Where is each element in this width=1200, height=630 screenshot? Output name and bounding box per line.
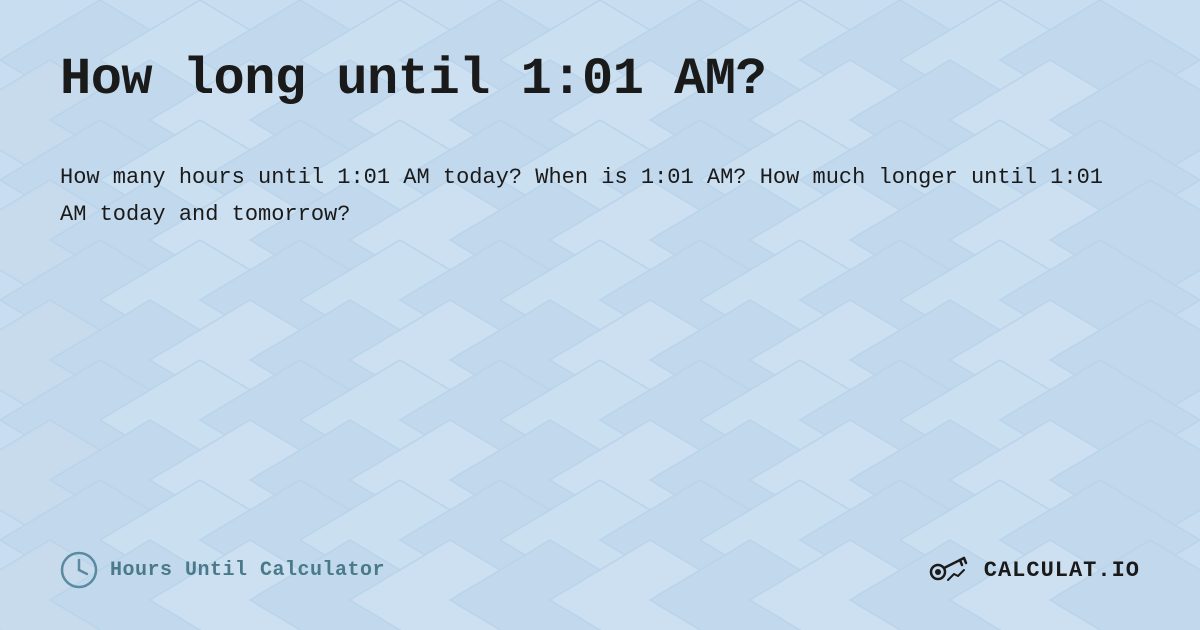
footer: Hours Until Calculator CALCULAT.IO bbox=[60, 530, 1140, 590]
page-title: How long until 1:01 AM? bbox=[60, 50, 1140, 109]
footer-right-label: CALCULAT.IO bbox=[984, 558, 1140, 583]
footer-left-brand: Hours Until Calculator bbox=[60, 551, 385, 589]
clock-icon bbox=[60, 551, 98, 589]
calculat-logo-icon bbox=[926, 550, 976, 590]
footer-right-brand: CALCULAT.IO bbox=[926, 550, 1140, 590]
footer-left-label: Hours Until Calculator bbox=[110, 559, 385, 582]
main-content: How long until 1:01 AM? How many hours u… bbox=[60, 50, 1140, 530]
description-text: How many hours until 1:01 AM today? When… bbox=[60, 159, 1110, 234]
